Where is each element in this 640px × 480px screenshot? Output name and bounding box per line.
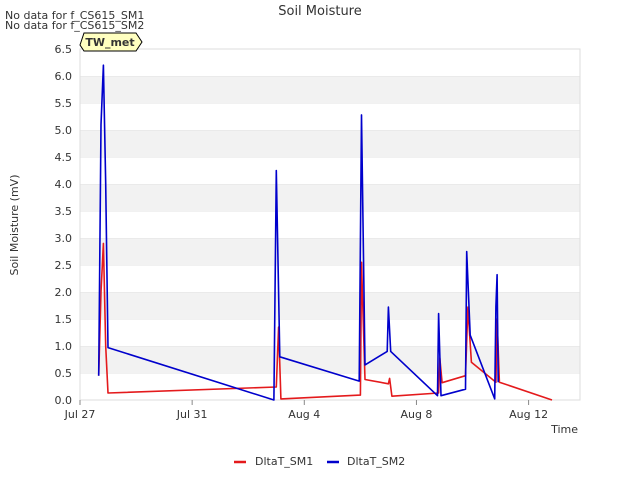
y-tick-label: 0.0 (55, 394, 73, 407)
grid-band (80, 76, 580, 103)
y-tick-label: 6.5 (55, 43, 73, 56)
grid-band (80, 265, 580, 292)
y-tick-label: 4.5 (55, 151, 73, 164)
y-tick-label: 3.0 (55, 232, 73, 245)
y-tick-label: 1.0 (55, 340, 73, 353)
y-tick-label: 2.5 (55, 259, 73, 272)
legend: DltaT_SM1 DltaT_SM2 (234, 455, 405, 468)
y-tick-label: 6.0 (55, 70, 73, 83)
badge-label: TW_met (85, 36, 134, 49)
legend-label-sm2: DltaT_SM2 (347, 455, 405, 468)
grid-band (80, 157, 580, 184)
x-tick-label: Aug 4 (288, 408, 320, 421)
x-tick-label: Jul 31 (176, 408, 208, 421)
y-tick-label: 4.0 (55, 178, 73, 191)
y-tick-label: 5.0 (55, 124, 73, 137)
grid-band (80, 346, 580, 373)
grid-band (80, 319, 580, 346)
x-tick-label: Aug 12 (509, 408, 548, 421)
y-axis-ticks: 0.0 0.5 1.0 1.5 2.0 2.5 3.0 3.5 4.0 4.5 5.0 5.5 6.0 6… (55, 43, 73, 407)
y-tick-label: 2.0 (55, 286, 73, 299)
grid-bands (80, 48, 580, 400)
x-axis-label: Time (550, 423, 578, 436)
chart-title: Soil Moisture (278, 4, 362, 19)
y-tick-label: 0.5 (55, 367, 73, 380)
soil-moisture-chart: 0.0 0.5 1.0 1.5 2.0 2.5 3.0 3.5 4.0 4.5 5.0 5.5 6.0 6… (5, 4, 581, 468)
grid-band (80, 130, 580, 157)
y-tick-label: 5.5 (55, 97, 73, 110)
grid-band (80, 238, 580, 265)
x-tick-label: Aug 8 (400, 408, 432, 421)
y-tick-label: 3.5 (55, 205, 73, 218)
grid-band (80, 49, 580, 76)
grid-band (80, 292, 580, 319)
x-axis-ticks: Jul 27 Jul 31 Aug 4 Aug 8 Aug 12 (64, 400, 548, 421)
tw-met-badge: TW_met (79, 32, 143, 52)
y-axis-label: Soil Moisture (mV) (8, 175, 21, 276)
grid-band (80, 184, 580, 211)
note-sm2: No data for f_CS615_SM2 (5, 19, 144, 32)
x-tick-label: Jul 27 (64, 408, 96, 421)
legend-label-sm1: DltaT_SM1 (255, 455, 313, 468)
y-tick-label: 1.5 (55, 313, 73, 326)
grid-band (80, 103, 580, 130)
grid-band (80, 211, 580, 238)
